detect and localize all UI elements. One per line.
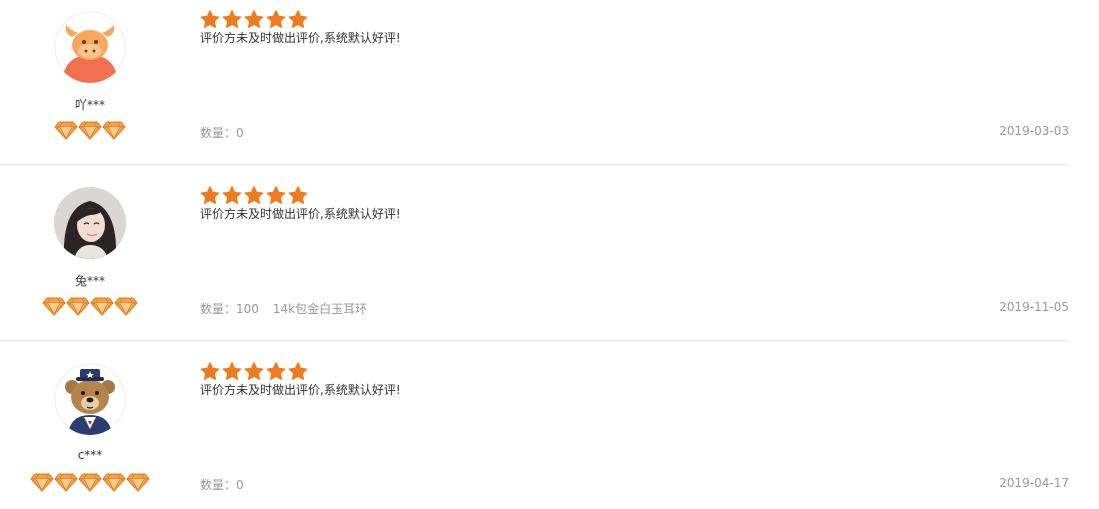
divider — [0, 164, 1069, 165]
quantity-text: 数量：0 — [200, 126, 244, 140]
teddy-bear-avatar-icon[interactable] — [54, 363, 126, 435]
star-icon — [288, 362, 308, 381]
review-list: 吖*** 评价方未及时做出评价,系统默认好评! 数量：0 2019-03-03 … — [0, 0, 1099, 509]
diamond-icon — [102, 120, 126, 140]
star-icon — [200, 362, 220, 381]
review-date: 2019-03-03 — [999, 124, 1069, 138]
star-icon — [200, 10, 220, 29]
star-icon — [222, 362, 242, 381]
star-icon — [200, 186, 220, 205]
woman-photo-avatar-icon[interactable] — [54, 187, 126, 259]
diamond-icon — [90, 296, 114, 316]
username: 兔*** — [74, 274, 105, 288]
review-meta: 数量：100 14k包金白玉耳环 — [200, 300, 367, 317]
review-date: 2019-11-05 — [999, 300, 1069, 314]
buyer-level-diamonds — [0, 296, 180, 316]
star-icon — [244, 10, 264, 29]
star-icon — [244, 362, 264, 381]
review-item: c*** 评价方未及时做出评价,系统默认好评! 数量：0 2019-04-17 — [0, 352, 1069, 509]
review-comment: 评价方未及时做出评价,系统默认好评! — [200, 383, 401, 397]
review-meta: 数量：0 — [200, 476, 258, 493]
star-icon — [266, 10, 286, 29]
buyer-level-diamonds — [0, 472, 180, 492]
review-comment: 评价方未及时做出评价,系统默认好评! — [200, 31, 401, 45]
diamond-icon — [78, 472, 102, 492]
cow-avatar-icon[interactable] — [54, 11, 126, 83]
review-item: 吖*** 评价方未及时做出评价,系统默认好评! 数量：0 2019-03-03 — [0, 0, 1069, 164]
username: 吖*** — [74, 98, 105, 112]
review-meta: 数量：0 — [200, 124, 258, 141]
username: c*** — [77, 448, 103, 462]
review-item: 兔*** 评价方未及时做出评价,系统默认好评! 数量：100 14k包金白玉耳环 … — [0, 176, 1069, 340]
star-icon — [266, 362, 286, 381]
diamond-icon — [114, 296, 138, 316]
quantity-text: 数量：0 — [200, 478, 244, 492]
quantity-text: 数量：100 — [200, 302, 259, 316]
product-name: 14k包金白玉耳环 — [272, 302, 368, 316]
star-icon — [244, 186, 264, 205]
rating-stars — [200, 362, 310, 381]
diamond-icon — [42, 296, 66, 316]
rating-stars — [200, 186, 310, 205]
star-icon — [222, 10, 242, 29]
star-icon — [222, 186, 242, 205]
star-icon — [266, 186, 286, 205]
diamond-icon — [126, 472, 150, 492]
star-icon — [288, 10, 308, 29]
diamond-icon — [30, 472, 54, 492]
diamond-icon — [78, 120, 102, 140]
diamond-icon — [66, 296, 90, 316]
divider — [0, 340, 1069, 341]
diamond-icon — [54, 120, 78, 140]
review-comment: 评价方未及时做出评价,系统默认好评! — [200, 207, 401, 221]
rating-stars — [200, 10, 310, 29]
review-date: 2019-04-17 — [999, 476, 1069, 490]
star-icon — [288, 186, 308, 205]
diamond-icon — [54, 472, 78, 492]
buyer-level-diamonds — [0, 120, 180, 140]
diamond-icon — [102, 472, 126, 492]
